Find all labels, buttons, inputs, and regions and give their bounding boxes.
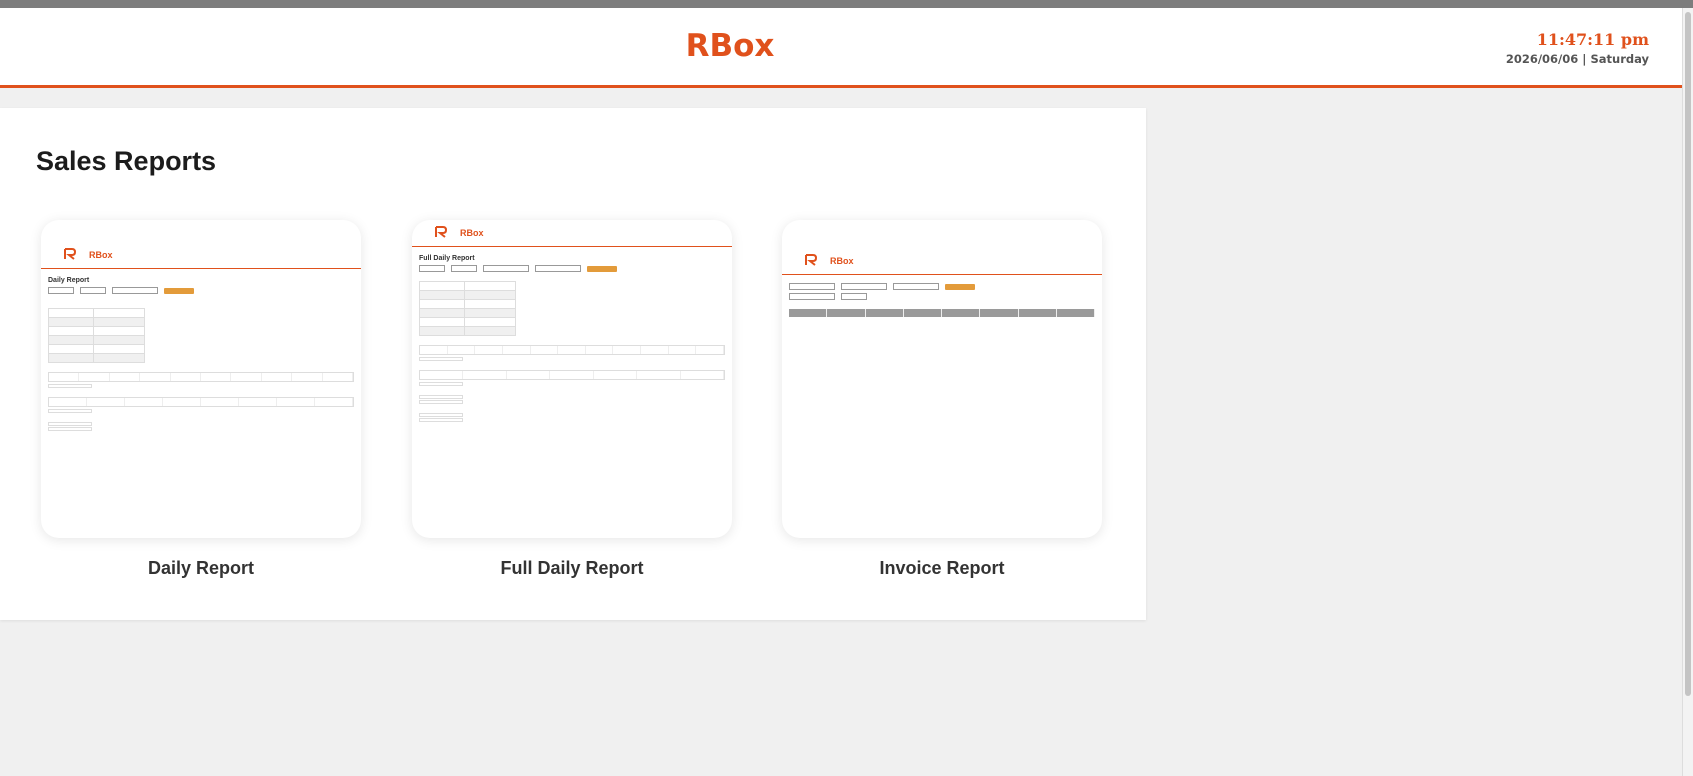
- preview-brand: RBox: [830, 256, 854, 266]
- full-daily-report-thumbnail[interactable]: RBox Full Daily Report: [412, 220, 732, 538]
- browser-top-strip: [0, 0, 1693, 8]
- full-daily-report-preview: RBox Full Daily Report: [412, 220, 732, 538]
- invoice-report-preview: RBox: [782, 220, 1102, 538]
- rbox-logo-icon: [64, 248, 77, 260]
- preview-title: Full Daily Report: [419, 255, 475, 262]
- preview-brand: RBox: [89, 250, 113, 260]
- page-scrollbar[interactable]: [1682, 8, 1693, 776]
- rbox-logo-icon: [805, 254, 818, 266]
- daily-report-preview: RBox Daily Report: [41, 220, 361, 538]
- invoice-report-thumbnail[interactable]: RBox: [782, 220, 1102, 538]
- app-brand: RBox: [685, 28, 775, 64]
- full-daily-report-label[interactable]: Full Daily Report: [412, 558, 732, 579]
- app-header: RBox 11:47:11 pm 2026/06/06 | Saturday: [0, 8, 1683, 88]
- clock-time: 11:47:11 pm: [1536, 30, 1649, 49]
- rbox-logo-icon: [435, 226, 448, 238]
- preview-title: Daily Report: [48, 277, 90, 284]
- clock-date: 2026/06/06 | Saturday: [1505, 52, 1649, 66]
- header-clock: 11:47:11 pm 2026/06/06 | Saturday: [1506, 30, 1649, 66]
- daily-report-thumbnail[interactable]: RBox Daily Report: [41, 220, 361, 538]
- daily-report-label[interactable]: Daily Report: [41, 558, 361, 579]
- reports-panel: Sales Reports RBox Daily Report Daily Re…: [0, 108, 1146, 620]
- page-title: Sales Reports: [36, 146, 217, 176]
- scrollbar-thumb[interactable]: [1685, 12, 1691, 696]
- daily-report-card[interactable]: RBox Daily Report Daily Report: [41, 220, 361, 579]
- full-daily-report-card[interactable]: RBox Full Daily Report Full Daily Report: [412, 220, 732, 579]
- invoice-report-label[interactable]: Invoice Report: [782, 558, 1102, 579]
- preview-brand: RBox: [460, 228, 484, 238]
- invoice-report-card[interactable]: RBox Invoice Report: [782, 220, 1102, 579]
